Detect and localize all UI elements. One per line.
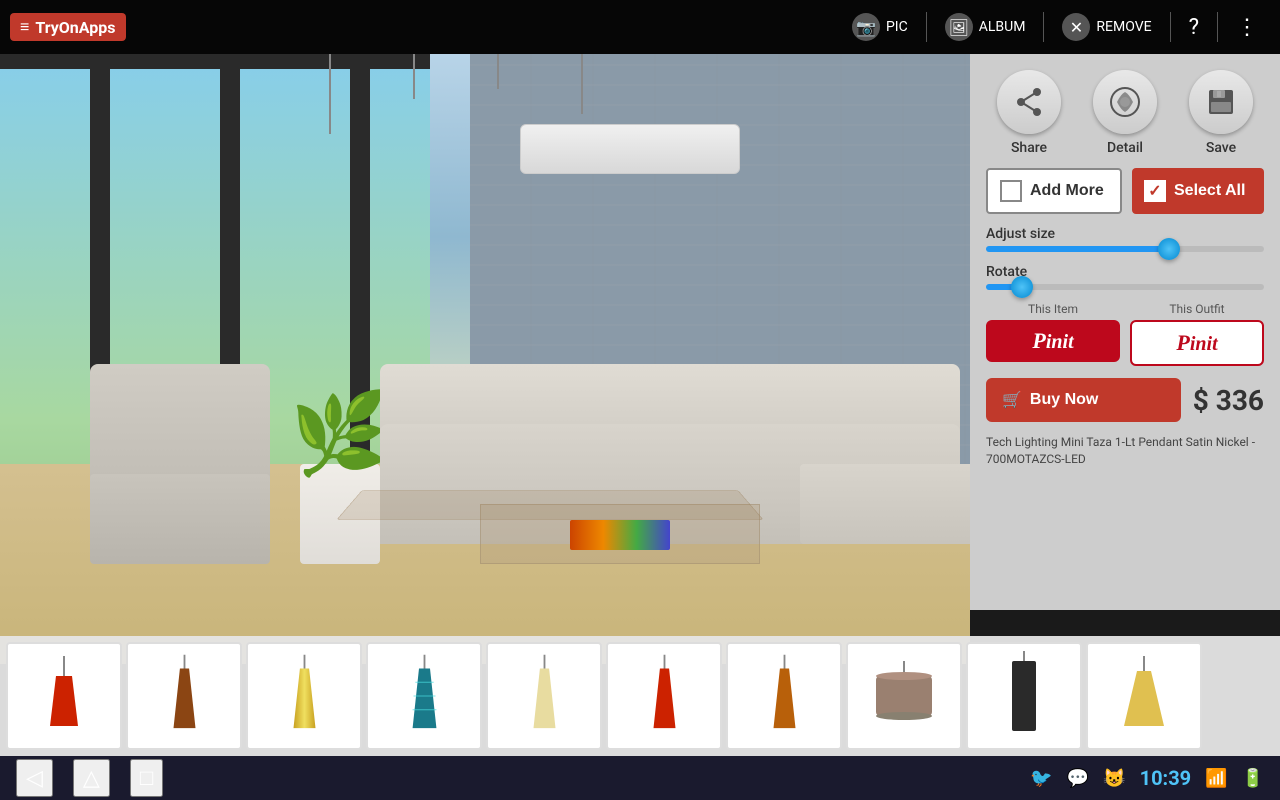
this-outfit-label: This Outfit <box>1169 302 1224 316</box>
divider2 <box>1043 12 1044 42</box>
detail-label: Detail <box>1107 140 1143 156</box>
battery-icon: 🔋 <box>1242 768 1264 789</box>
album-label: ALBUM <box>979 19 1026 35</box>
divider4 <box>1217 12 1218 42</box>
wifi-icon: 📶 <box>1205 768 1227 789</box>
more-button[interactable]: ⋮ <box>1224 9 1270 46</box>
add-checkbox <box>1000 180 1022 202</box>
buy-now-label: Buy Now <box>1030 391 1098 409</box>
menu-icon[interactable]: ≡ <box>20 17 29 37</box>
rotate-slider[interactable] <box>986 284 1264 290</box>
thumbnail-10[interactable] <box>1086 642 1202 750</box>
adjust-size-label: Adjust size <box>986 226 1264 242</box>
main-scene: 🌿 <box>0 54 970 664</box>
product-name: Tech Lighting Mini Taza 1-Lt Pendant Sat… <box>986 435 1255 466</box>
cart-icon: 🛒 <box>1002 390 1022 410</box>
thumbnail-2[interactable] <box>126 642 242 750</box>
armchair-seat <box>90 474 270 564</box>
remove-icon: ✕ <box>1062 13 1090 41</box>
chat-icon: 💬 <box>1067 768 1089 789</box>
pinit-item-button[interactable]: Pinit <box>986 320 1120 362</box>
detail-icon <box>1093 70 1157 134</box>
product-info: Tech Lighting Mini Taza 1-Lt Pendant Sat… <box>986 434 1264 468</box>
save-icon <box>1189 70 1253 134</box>
recent-apps-button[interactable]: □ <box>130 759 163 797</box>
thumbnail-3[interactable] <box>246 642 362 750</box>
thumbnail-9[interactable] <box>966 642 1082 750</box>
share-label: Share <box>1011 140 1047 156</box>
area-rug <box>336 490 764 520</box>
status-icons: 🐦 💬 😺 10:39 📶 🔋 <box>1030 766 1264 790</box>
help-button[interactable]: ? <box>1177 9 1211 46</box>
sofa-chaise <box>800 464 970 544</box>
add-more-button[interactable]: Add More <box>986 168 1122 214</box>
thumbnail-strip <box>0 636 1280 756</box>
toolbar: ≡ TryOnApps 📷 PIC 🖼 ALBUM ✕ REMOVE ? ⋮ <box>0 0 1280 54</box>
pendant-4[interactable] <box>552 54 612 234</box>
armchair <box>90 344 290 564</box>
thumbnail-5[interactable] <box>486 642 602 750</box>
app-name: TryOnApps <box>35 18 115 37</box>
right-panel: Share Detail Save <box>970 54 1280 610</box>
thumbnail-7[interactable] <box>726 642 842 750</box>
remove-button[interactable]: ✕ REMOVE <box>1050 7 1163 47</box>
recent-icon: □ <box>140 765 153 790</box>
thumbnail-8[interactable] <box>846 642 962 750</box>
size-slider[interactable] <box>986 246 1264 252</box>
select-checkbox: ✓ <box>1144 180 1166 202</box>
time-display: 10:39 <box>1140 766 1192 790</box>
pic-label: PIC <box>886 19 908 35</box>
app-logo[interactable]: ≡ TryOnApps <box>10 13 126 41</box>
share-icon <box>997 70 1061 134</box>
twitter-icon: 🐦 <box>1030 768 1052 789</box>
help-icon: ? <box>1189 15 1199 40</box>
plant: 🌿 <box>290 394 390 564</box>
divider1 <box>926 12 927 42</box>
this-item-label: This Item <box>1028 302 1078 316</box>
buy-now-button[interactable]: 🛒 Buy Now <box>986 378 1181 422</box>
home-icon: △ <box>83 765 100 790</box>
this-outfit-col: This Outfit Pinit <box>1130 302 1264 366</box>
pinit-row: This Item Pinit This Outfit Pinit <box>986 302 1264 366</box>
thumbnail-1[interactable] <box>6 642 122 750</box>
pendant-3[interactable] <box>468 54 528 234</box>
more-icon: ⋮ <box>1236 15 1258 40</box>
camera-icon: 📷 <box>852 13 880 41</box>
pinit-outfit-button[interactable]: Pinit <box>1130 320 1264 366</box>
pic-button[interactable]: 📷 PIC <box>840 7 920 47</box>
action-row: Share Detail Save <box>986 70 1264 156</box>
divider3 <box>1170 12 1171 42</box>
pendant-1[interactable] <box>300 54 360 234</box>
user-icon: 😺 <box>1103 768 1125 789</box>
pendant-2[interactable] <box>384 54 444 234</box>
back-button[interactable]: ◁ <box>16 759 53 797</box>
detail-button[interactable]: Detail <box>1093 70 1157 156</box>
thumbnail-4[interactable] <box>366 642 482 750</box>
price-display: $ 336 <box>1193 384 1264 417</box>
back-icon: ◁ <box>26 765 43 790</box>
select-row: Add More ✓ Select All <box>986 168 1264 214</box>
add-more-label: Add More <box>1030 182 1104 200</box>
rotate-control: Rotate <box>986 264 1264 290</box>
album-button[interactable]: 🖼 ALBUM <box>933 7 1038 47</box>
pendant-lights <box>300 54 612 234</box>
thumbnail-6[interactable] <box>606 642 722 750</box>
share-button[interactable]: Share <box>997 70 1061 156</box>
save-button[interactable]: Save <box>1189 70 1253 156</box>
select-all-label: Select All <box>1174 182 1245 200</box>
home-button[interactable]: △ <box>73 759 110 797</box>
buy-row: 🛒 Buy Now $ 336 <box>986 378 1264 422</box>
adjust-size-control: Adjust size <box>986 226 1264 252</box>
remove-label: REMOVE <box>1096 19 1151 35</box>
status-bar: ◁ △ □ 🐦 💬 😺 10:39 📶 🔋 <box>0 756 1280 800</box>
album-icon: 🖼 <box>945 13 973 41</box>
select-all-button[interactable]: ✓ Select All <box>1132 168 1264 214</box>
this-item-col: This Item Pinit <box>986 302 1120 366</box>
save-label: Save <box>1206 140 1236 156</box>
